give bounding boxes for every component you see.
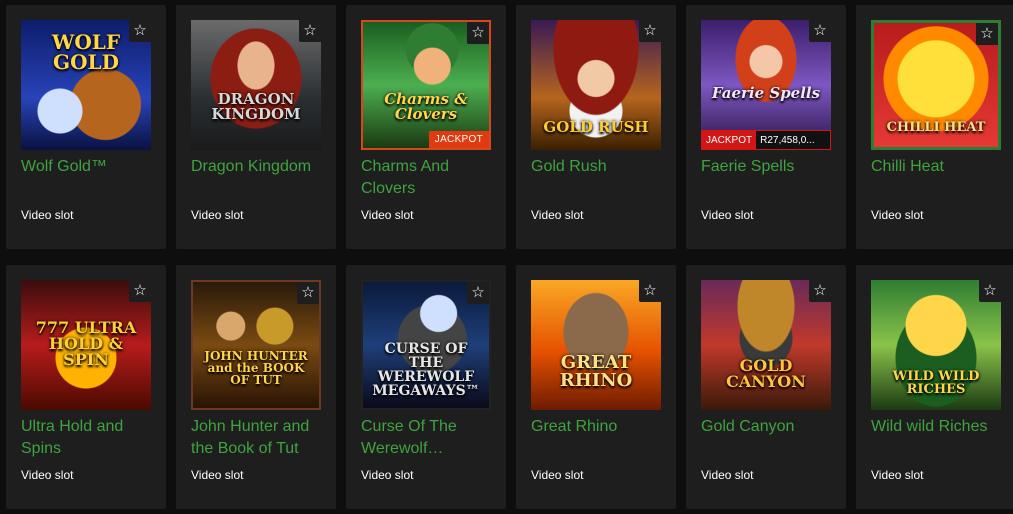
game-type: Video slot — [701, 468, 754, 482]
favorite-star-icon[interactable]: ☆ — [809, 280, 831, 302]
game-title[interactable]: Gold Canyon — [701, 416, 836, 438]
game-logo: Faerie Spells — [711, 84, 821, 102]
game-thumbnail[interactable]: WILD WILD RICHES ☆ — [871, 280, 1001, 410]
game-card[interactable]: DRAGON KINGDOM ☆ Dragon Kingdom Video sl… — [176, 5, 336, 249]
favorite-star-icon[interactable]: ☆ — [976, 23, 998, 45]
game-card[interactable]: GOLD CANYON ☆ Gold Canyon Video slot — [686, 265, 846, 509]
game-logo: GOLD RUSH — [543, 118, 649, 136]
game-title[interactable]: Faerie Spells — [701, 156, 836, 178]
game-logo: Charms & Clovers — [384, 90, 468, 123]
game-logo: 777 ULTRA HOLD & SPIN — [35, 318, 137, 369]
favorite-star-icon[interactable]: ☆ — [979, 280, 1001, 302]
game-card[interactable]: CURSE OF THE WEREWOLF MEGAWAYS™ ☆ Curse … — [346, 265, 506, 509]
game-card[interactable]: JOHN HUNTER and the BOOK OF TUT ☆ John H… — [176, 265, 336, 509]
game-type: Video slot — [871, 208, 924, 222]
game-title[interactable]: Curse Of The Werewolf… — [361, 416, 496, 460]
game-type: Video slot — [21, 468, 74, 482]
game-title[interactable]: Dragon Kingdom — [191, 156, 326, 178]
game-title[interactable]: Great Rhino — [531, 416, 666, 438]
game-card[interactable]: Charms & Clovers JACKPOT ☆ Charms And Cl… — [346, 5, 506, 249]
game-logo: JOHN HUNTER and the BOOK OF TUT — [204, 349, 308, 387]
game-logo: GOLD CANYON — [726, 356, 806, 391]
game-card[interactable]: GREAT RHINO ☆ Great Rhino Video slot — [516, 265, 676, 509]
game-logo: CURSE OF THE WEREWOLF MEGAWAYS™ — [372, 341, 480, 399]
game-card[interactable]: CHILLI HEAT ☆ Chilli Heat Video slot — [856, 5, 1013, 249]
game-type: Video slot — [871, 468, 924, 482]
favorite-star-icon[interactable]: ☆ — [467, 282, 489, 304]
game-title[interactable]: Gold Rush — [531, 156, 666, 178]
game-title[interactable]: Charms And Clovers — [361, 156, 496, 200]
game-thumbnail[interactable]: CURSE OF THE WEREWOLF MEGAWAYS™ ☆ — [361, 280, 491, 410]
jackpot-label: JACKPOT — [702, 131, 757, 149]
game-type: Video slot — [531, 208, 584, 222]
favorite-star-icon[interactable]: ☆ — [639, 20, 661, 42]
game-title[interactable]: Wolf Gold™ — [21, 156, 156, 178]
game-thumbnail[interactable]: 777 ULTRA HOLD & SPIN ☆ — [21, 280, 151, 410]
game-card[interactable]: WOLF GOLD ☆ Wolf Gold™ Video slot — [6, 5, 166, 249]
game-thumbnail[interactable]: Charms & Clovers JACKPOT ☆ — [361, 20, 491, 150]
game-title[interactable]: Ultra Hold and Spins — [21, 416, 156, 460]
game-type: Video slot — [21, 208, 74, 222]
game-logo: CHILLI HEAT — [886, 120, 986, 135]
game-thumbnail[interactable]: JOHN HUNTER and the BOOK OF TUT ☆ — [191, 280, 321, 410]
game-card[interactable]: WILD WILD RICHES ☆ Wild wild Riches Vide… — [856, 265, 1013, 509]
game-title[interactable]: Wild wild Riches — [871, 416, 1006, 438]
game-title[interactable]: Chilli Heat — [871, 156, 1006, 178]
game-title[interactable]: John Hunter and the Book of Tut — [191, 416, 326, 460]
game-thumbnail[interactable]: Faerie Spells JACKPOT R27,458,0... ☆ — [701, 20, 831, 150]
jackpot-badge: JACKPOT — [428, 131, 489, 148]
game-thumbnail[interactable]: WOLF GOLD ☆ — [21, 20, 151, 150]
game-grid: WOLF GOLD ☆ Wolf Gold™ Video slot DRAGON… — [0, 0, 1013, 514]
game-type: Video slot — [191, 208, 244, 222]
favorite-star-icon[interactable]: ☆ — [297, 282, 319, 304]
game-thumbnail[interactable]: GREAT RHINO ☆ — [531, 280, 661, 410]
favorite-star-icon[interactable]: ☆ — [129, 280, 151, 302]
game-thumbnail[interactable]: CHILLI HEAT ☆ — [871, 20, 1001, 150]
game-card[interactable]: 777 ULTRA HOLD & SPIN ☆ Ultra Hold and S… — [6, 265, 166, 509]
game-type: Video slot — [531, 468, 584, 482]
game-logo: DRAGON KINGDOM — [211, 90, 301, 123]
favorite-star-icon[interactable]: ☆ — [299, 20, 321, 42]
game-type: Video slot — [701, 208, 754, 222]
game-thumbnail[interactable]: DRAGON KINGDOM ☆ — [191, 20, 321, 150]
jackpot-ticker: JACKPOT R27,458,0... — [701, 130, 831, 150]
game-logo: WILD WILD RICHES — [892, 369, 980, 397]
favorite-star-icon[interactable]: ☆ — [129, 20, 151, 42]
favorite-star-icon[interactable]: ☆ — [639, 280, 661, 302]
game-card[interactable]: GOLD RUSH ☆ Gold Rush Video slot — [516, 5, 676, 249]
game-logo: GREAT RHINO — [559, 352, 633, 391]
jackpot-amount: R27,458,0... — [760, 134, 815, 146]
favorite-star-icon[interactable]: ☆ — [809, 20, 831, 42]
favorite-star-icon[interactable]: ☆ — [467, 22, 489, 44]
game-type: Video slot — [191, 468, 244, 482]
game-thumbnail[interactable]: GOLD RUSH ☆ — [531, 20, 661, 150]
game-thumbnail[interactable]: GOLD CANYON ☆ — [701, 280, 831, 410]
game-card[interactable]: Faerie Spells JACKPOT R27,458,0... ☆ Fae… — [686, 5, 846, 249]
game-type: Video slot — [361, 208, 414, 222]
game-type: Video slot — [361, 468, 414, 482]
